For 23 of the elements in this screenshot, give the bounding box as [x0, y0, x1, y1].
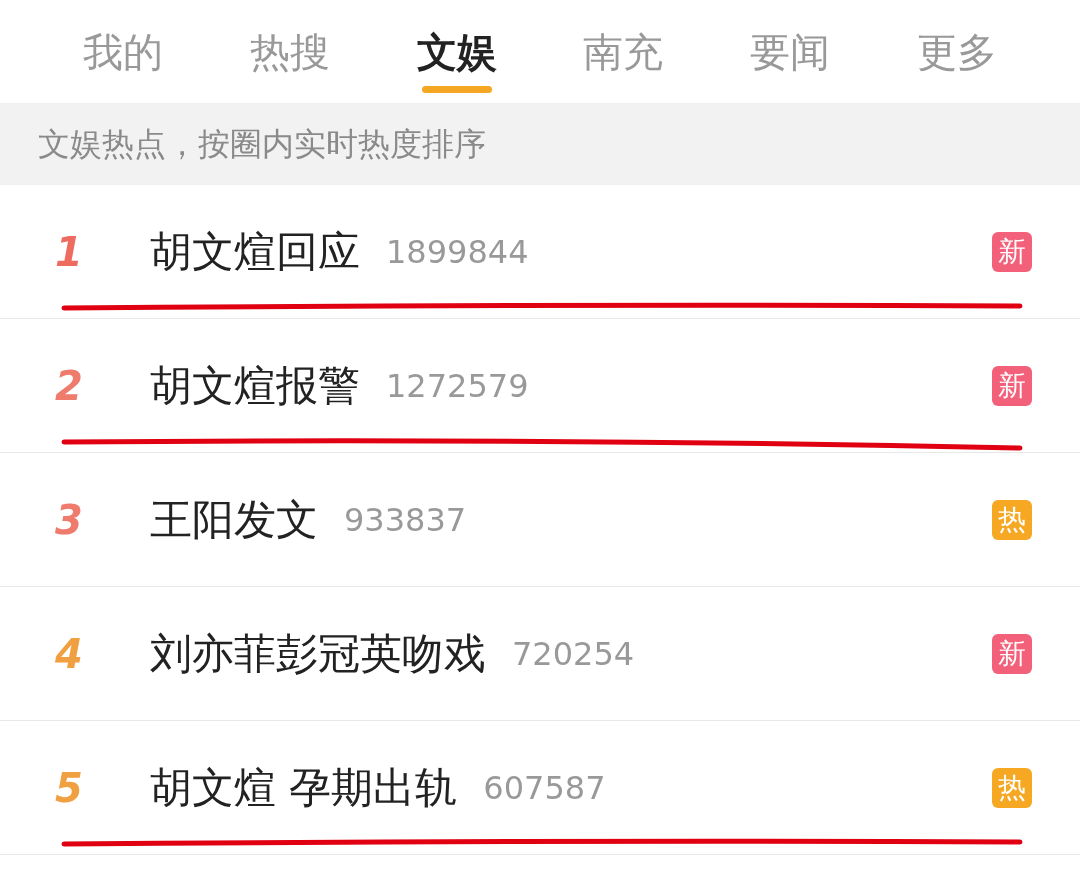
rank-number: 5 [55, 763, 84, 813]
rank-number: 4 [55, 629, 84, 679]
topic-title[interactable]: 刘亦菲彭冠英吻戏 [150, 622, 486, 685]
rank-number: 1 [55, 227, 84, 277]
heat-count: 933837 [344, 499, 467, 541]
topic-badge: 新 [992, 231, 1032, 272]
rank-number: 2 [55, 361, 84, 411]
banner-text: 文娱热点，按圈内实时热度排序 [38, 124, 486, 165]
heat-count: 1899844 [386, 231, 529, 273]
heat-count: 607587 [483, 767, 606, 809]
topic-badge: 热 [992, 499, 1032, 540]
topic-badge: 新 [992, 633, 1032, 674]
topic-badge: 热 [992, 767, 1032, 808]
tab[interactable]: 文娱 [373, 0, 540, 103]
tab-indicator [421, 86, 492, 93]
topic-badge: 新 [992, 365, 1032, 406]
topic-title[interactable]: 王阳发文 [150, 488, 318, 551]
topic-title[interactable]: 胡文煊报警 [150, 354, 360, 417]
heat-count: 720254 [512, 633, 635, 675]
heat-count: 1272579 [386, 365, 529, 407]
rank-number: 3 [55, 495, 84, 545]
topic-title[interactable]: 胡文煊回应 [150, 220, 360, 283]
topic-title[interactable]: 胡文煊 孕期出轨 [150, 756, 458, 819]
